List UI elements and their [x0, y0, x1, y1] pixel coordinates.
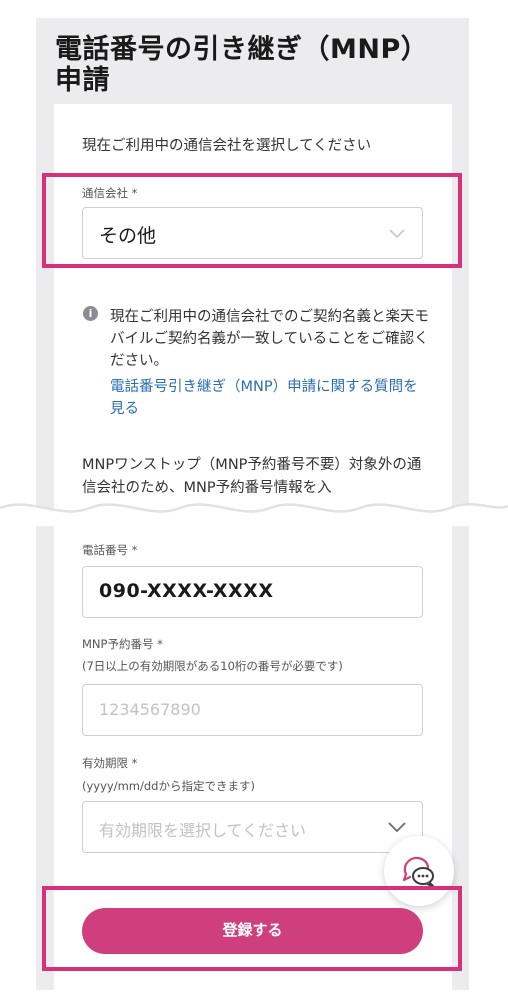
expiry-label: 有効期限 * [82, 756, 138, 770]
name-match-notice: 現在ご利用中の通信会社でのご契約名義と楽天モバイルご契約名義が一致していることを… [110, 309, 429, 369]
expiry-hint: (yyyy/mm/ddから指定できます) [82, 779, 255, 793]
phone-number-value: 090-XXXX-XXXX [99, 580, 274, 602]
info-icon: i [83, 306, 98, 321]
expiry-placeholder: 有効期限を選択してください [99, 821, 307, 840]
mnp-number-input[interactable]: 1234567890 [82, 684, 423, 736]
mnp-number-hint: (7日以上の有効期限がある10桁の番号が必要です) [82, 659, 343, 673]
page-title: 電話番号の引き継ぎ（MNP）申請 [55, 34, 429, 96]
highlight-carrier-field [42, 173, 462, 268]
carrier-lead-text: 現在ご利用中の通信会社を選択してください [82, 138, 372, 154]
phone-number-label: 電話番号 * [82, 543, 138, 557]
phone-number-input[interactable]: 090-XXXX-XXXX [82, 566, 423, 618]
chat-support-icon [402, 856, 434, 887]
highlight-register-button [42, 886, 462, 971]
expiry-select[interactable]: 有効期限を選択してください [82, 801, 423, 853]
mnp-faq-link[interactable]: 電話番号引き継ぎ（MNP）申請に関する質問を見る [110, 376, 430, 420]
section-break-wave [0, 503, 508, 526]
mnp-number-placeholder: 1234567890 [99, 700, 201, 719]
chevron-down-icon [388, 822, 406, 833]
mnp-number-label: MNP予約番号 * [82, 637, 163, 651]
